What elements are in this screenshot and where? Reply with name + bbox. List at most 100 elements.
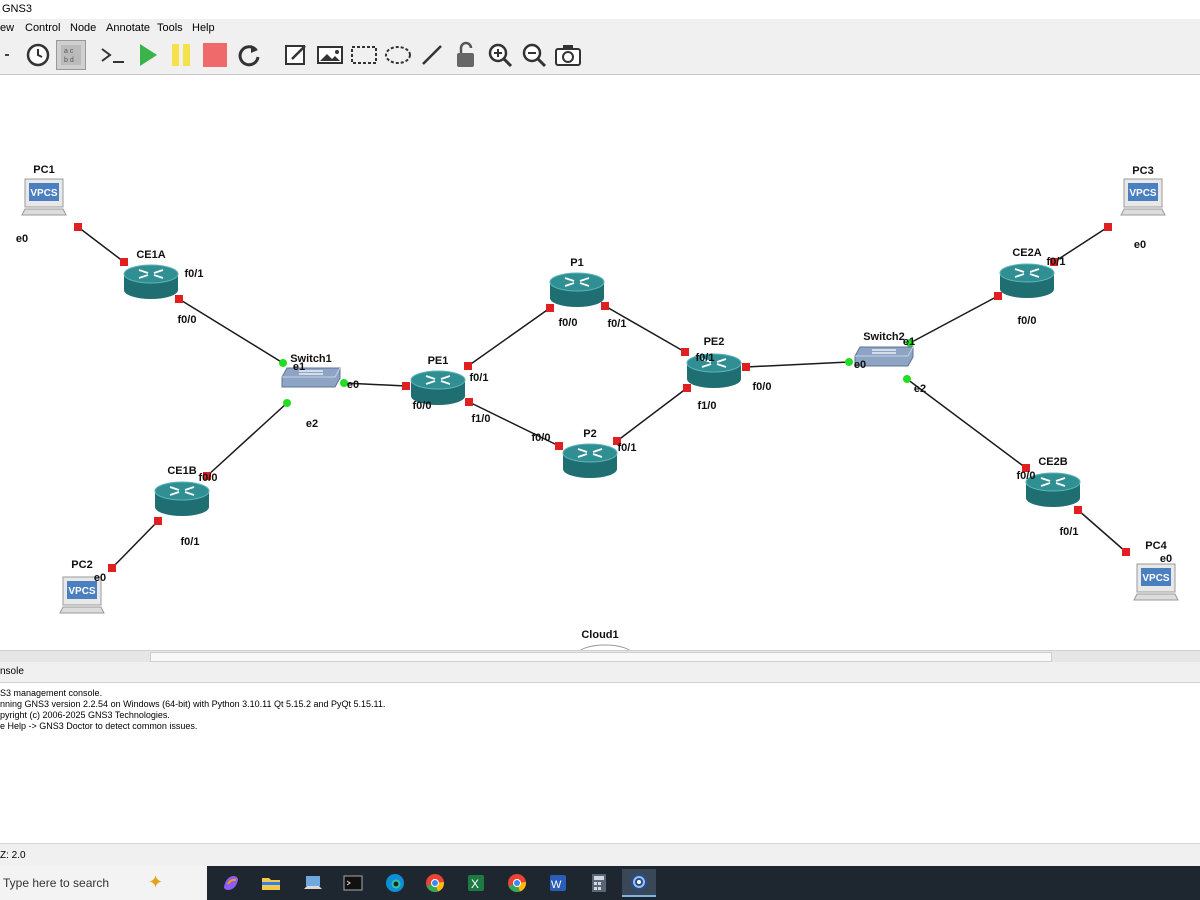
vpcs-label: VPCS — [30, 188, 58, 199]
port-status-indicator — [120, 258, 128, 266]
interface-label: f1/0 — [472, 413, 491, 425]
vpcs-keyboard — [21, 208, 67, 216]
node-ce1b[interactable] — [154, 481, 210, 516]
console-output[interactable]: S3 management console. nning GNS3 versio… — [0, 683, 1200, 843]
node-ce1a[interactable] — [123, 264, 179, 299]
port-status-indicator — [283, 399, 291, 407]
port-status-indicator — [465, 398, 473, 406]
interface-label: f0/0 — [413, 400, 432, 412]
draw-rectangle-icon[interactable] — [349, 40, 379, 70]
lock-icon[interactable] — [451, 40, 481, 70]
screenshot-icon[interactable] — [553, 40, 583, 70]
menu-annotate[interactable]: Annotate — [106, 19, 150, 37]
taskbar-search-box[interactable]: Type here to search ✦ — [0, 866, 207, 900]
interface-label: f0/0 — [753, 381, 772, 393]
menu-view[interactable]: ew — [0, 19, 14, 37]
node-label: PC3 — [1132, 165, 1153, 177]
stop-all-icon[interactable] — [200, 40, 230, 70]
show-interface-labels-icon[interactable]: a c b d — [56, 40, 86, 70]
node-label: Switch2 — [863, 331, 905, 343]
interface-label: f0/1 — [470, 372, 489, 384]
interface-label: e2 — [306, 418, 318, 430]
interface-label: e0 — [1134, 239, 1146, 251]
interface-label: f0/0 — [1017, 470, 1036, 482]
zoom-status: Z: 2.0 — [0, 850, 26, 861]
svg-text:W: W — [551, 879, 562, 891]
node-label: PE1 — [428, 355, 449, 367]
copilot-icon[interactable] — [214, 869, 248, 897]
link-line — [111, 520, 159, 569]
horizontal-scrollbar[interactable] — [0, 650, 1200, 662]
link-line — [178, 298, 284, 364]
zoom-in-icon[interactable] — [485, 40, 515, 70]
menu-control[interactable]: Control — [25, 19, 60, 37]
vpcs-label: VPCS — [68, 586, 96, 597]
interface-label: f0/1 — [185, 268, 204, 280]
router-top — [410, 370, 466, 390]
node-pc1[interactable]: VPCS — [21, 178, 67, 216]
calculator-icon[interactable] — [582, 869, 616, 897]
clock-icon[interactable] — [23, 40, 53, 70]
menu-help[interactable]: Help — [192, 19, 215, 37]
node-switch1[interactable] — [281, 367, 341, 388]
gns3-icon[interactable] — [622, 869, 656, 897]
vpcs-label: VPCS — [1129, 188, 1157, 199]
node-pc4[interactable]: VPCS — [1133, 563, 1179, 601]
word-icon[interactable]: W — [541, 869, 575, 897]
draw-line-icon[interactable] — [417, 40, 447, 70]
node-ce2a[interactable] — [999, 263, 1055, 298]
interface-label: e0 — [854, 359, 866, 371]
file-explorer-icon[interactable] — [254, 869, 288, 897]
interface-label: e1 — [903, 336, 915, 348]
console-all-icon[interactable] — [98, 40, 128, 70]
toolbar: a c b d — [0, 37, 1200, 75]
node-label: PC2 — [71, 559, 92, 571]
port-status-indicator — [601, 302, 609, 310]
vpcs-label: VPCS — [1142, 573, 1170, 584]
interface-label: e0 — [347, 379, 359, 391]
network-app-icon[interactable] — [296, 869, 330, 897]
edge-icon[interactable] — [378, 869, 412, 897]
node-label: CE2B — [1038, 456, 1067, 468]
zoom-out-icon[interactable] — [519, 40, 549, 70]
port-status-indicator — [464, 362, 472, 370]
add-note-icon[interactable] — [281, 40, 311, 70]
interface-label: e1 — [293, 361, 305, 373]
chrome-icon[interactable] — [418, 869, 452, 897]
node-p1[interactable] — [549, 272, 605, 307]
scrollbar-thumb[interactable] — [150, 652, 1052, 662]
draw-ellipse-icon[interactable] — [383, 40, 413, 70]
reload-all-icon[interactable] — [234, 40, 264, 70]
router-top — [154, 481, 210, 501]
chrome-icon[interactable] — [500, 869, 534, 897]
interface-label: f0/1 — [608, 318, 627, 330]
router-top — [549, 272, 605, 292]
svg-text:a c: a c — [64, 48, 74, 55]
node-pc3[interactable]: VPCS — [1120, 178, 1166, 216]
suspend-all-icon[interactable] — [166, 40, 196, 70]
menu-bar: ew Control Node Annotate Tools Help — [0, 19, 1200, 37]
topology-canvas[interactable]: VPCS PC1 VPCS PC2 VPCS PC3 VPCS PC4 CE1A CE1B CE2A… — [0, 75, 1200, 650]
topology-svg[interactable]: VPCS PC1 VPCS PC2 VPCS PC3 VPCS PC4 CE1A CE1B CE2A… — [0, 75, 1200, 650]
node-label: PC4 — [1145, 540, 1167, 552]
console-line: nning GNS3 version 2.2.54 on Windows (64… — [0, 699, 386, 709]
port-status-indicator — [1104, 223, 1112, 231]
terminal-icon[interactable] — [336, 869, 370, 897]
console-line: pyright (c) 2006-2025 GNS3 Technologies. — [0, 710, 170, 720]
excel-icon[interactable]: X — [459, 869, 493, 897]
start-all-icon[interactable] — [132, 40, 162, 70]
node-label: CE2A — [1012, 247, 1041, 259]
menu-tools[interactable]: Tools — [157, 19, 183, 37]
menu-node[interactable]: Node — [70, 19, 96, 37]
node-label: PC1 — [33, 164, 54, 176]
node-label: PE2 — [704, 336, 725, 348]
link-line — [745, 361, 850, 368]
interface-label: f0/0 — [532, 432, 551, 444]
insert-picture-icon[interactable] — [315, 40, 345, 70]
interface-label: e0 — [1160, 553, 1172, 565]
port-status-indicator — [546, 304, 554, 312]
sparkle-icon: ✦ — [148, 872, 164, 892]
port-status-indicator — [108, 564, 116, 572]
node-p2[interactable] — [562, 443, 618, 478]
undo-icon[interactable] — [0, 40, 16, 70]
